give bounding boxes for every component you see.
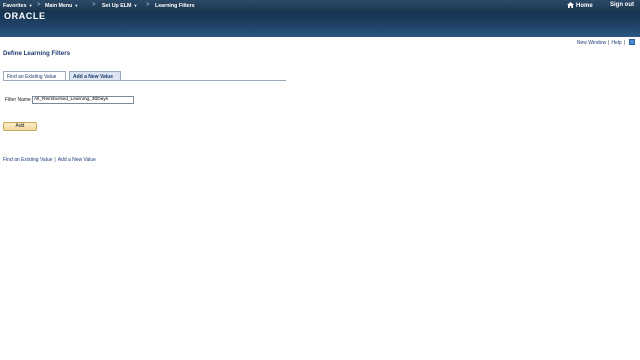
home-label: Home (576, 3, 593, 9)
link-divider: | (623, 40, 625, 46)
find-existing-value-link[interactable]: Find an Existing Value (3, 157, 52, 163)
chevron-down-icon: ▼ (74, 2, 79, 8)
tab-find-existing-value[interactable]: Find an Existing Value (3, 71, 66, 80)
favorites-label: Favorites (3, 2, 27, 9)
add-button[interactable]: Add (3, 122, 37, 131)
setup-elm-label: Set Up ELM (102, 2, 132, 9)
filter-name-input[interactable]: All_Reimbursed_Learning_30Days (32, 95, 134, 104)
help-link[interactable]: Help (611, 40, 621, 46)
home-icon (567, 2, 574, 8)
new-window-link[interactable]: New Window (577, 40, 606, 46)
link-divider: | (608, 40, 610, 46)
filter-name-label: Filter Name (5, 97, 31, 103)
breadcrumb-separator: > (146, 1, 150, 8)
tab-add-new-value[interactable]: Add a New Value (69, 71, 121, 80)
sign-out-link[interactable]: Sign out (610, 2, 634, 8)
add-new-value-link[interactable]: Add a New Value (58, 157, 96, 163)
chevron-down-icon: ▼ (28, 2, 33, 8)
link-divider: | (54, 157, 56, 163)
oracle-banner: ORACLE (0, 11, 640, 37)
page-title: Define Learning Filters (3, 50, 71, 57)
personalize-page-icon[interactable] (629, 39, 635, 45)
favorites-menu[interactable]: Favorites ▼ (3, 3, 33, 9)
main-menu-label: Main Menu (45, 2, 73, 9)
main-menu[interactable]: Main Menu ▼ (45, 3, 78, 9)
breadcrumb-learning-filters[interactable]: Learning Filters (155, 3, 195, 9)
page-links: New Window | Help | (577, 39, 635, 46)
chevron-down-icon: ▼ (133, 2, 138, 8)
breadcrumb-separator: > (37, 1, 41, 8)
oracle-logo: ORACLE (4, 11, 46, 21)
tab-divider (3, 80, 286, 81)
bottom-links: Find an Existing Value | Add a New Value (3, 157, 96, 163)
breadcrumb-separator: > (92, 1, 96, 8)
top-navigation-bar: Favorites ▼ > Main Menu ▼ > Set Up ELM ▼ > … (0, 0, 640, 11)
setup-elm-menu[interactable]: Set Up ELM ▼ (102, 3, 137, 9)
home-link[interactable]: Home (567, 2, 593, 9)
